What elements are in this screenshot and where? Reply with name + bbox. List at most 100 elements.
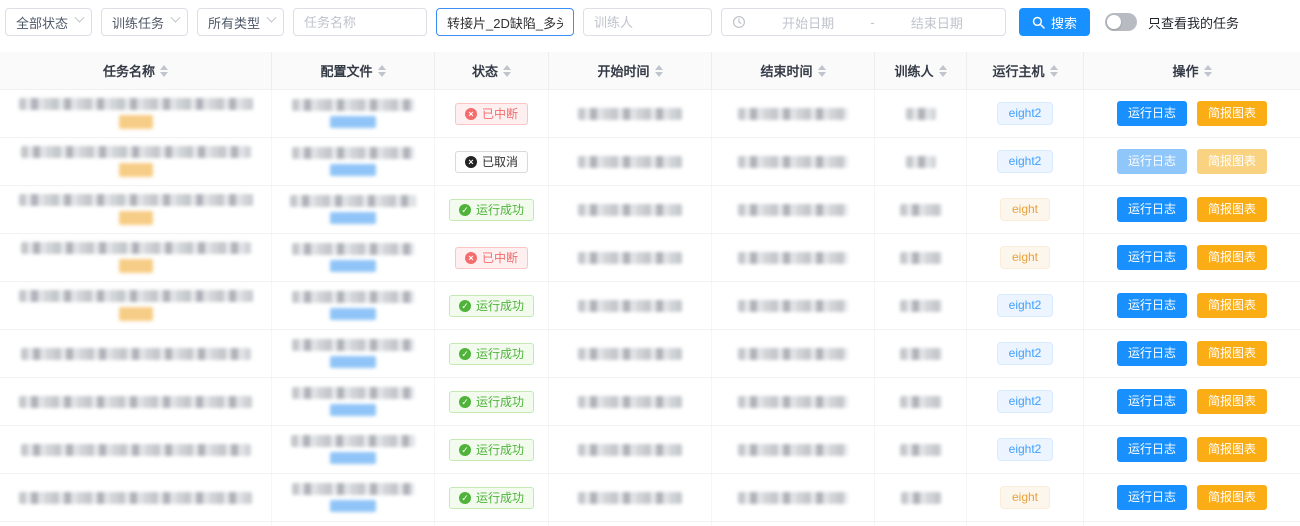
my-tasks-toggle[interactable]: [1105, 13, 1137, 31]
sort-icon[interactable]: [655, 65, 663, 77]
redacted-task-tag: [119, 307, 153, 321]
end-time-cell: [712, 90, 875, 137]
host-badge: eight: [1000, 246, 1050, 269]
redacted-task-tag: [119, 163, 153, 177]
status-cell: × 已取消: [435, 138, 549, 185]
redacted-config-link[interactable]: [330, 260, 376, 272]
status-cell: ✓ 运行成功: [435, 426, 549, 473]
status-filter-select[interactable]: 全部状态: [5, 8, 92, 36]
report-chart-button[interactable]: 简报图表: [1197, 485, 1267, 510]
report-chart-button[interactable]: 简报图表: [1197, 437, 1267, 462]
actions-cell: 运行日志 简报图表: [1084, 234, 1300, 281]
redacted-config-name: [292, 387, 414, 399]
run-log-button[interactable]: 运行日志: [1117, 389, 1187, 414]
redacted-trainer: [901, 492, 941, 504]
redacted-config-link[interactable]: [330, 356, 376, 368]
run-log-button[interactable]: 运行日志: [1117, 149, 1187, 174]
redacted-config-link[interactable]: [330, 308, 376, 320]
trainer-cell: [875, 378, 967, 425]
sort-icon[interactable]: [378, 65, 386, 77]
task-name-cell: [0, 138, 272, 185]
actions-cell: 运行日志 简报图表: [1084, 330, 1300, 377]
status-badge: ✓ 运行成功: [449, 487, 534, 509]
redacted-task-tag: [119, 211, 153, 225]
redacted-config-link[interactable]: [330, 404, 376, 416]
host-badge: eight2: [997, 294, 1054, 317]
search-button[interactable]: 搜索: [1019, 8, 1090, 36]
run-log-button[interactable]: 运行日志: [1117, 101, 1187, 126]
column-header-end[interactable]: 结束时间: [712, 52, 875, 89]
redacted-start-time: [578, 396, 682, 408]
status-badge: × 已中断: [455, 103, 528, 125]
sort-icon[interactable]: [1204, 65, 1212, 77]
toggle-knob: [1107, 15, 1121, 29]
column-header-config[interactable]: 配置文件: [272, 52, 435, 89]
table-row: × 已取消 eight2 运行日志 简报图表: [0, 138, 1300, 186]
run-log-button[interactable]: 运行日志: [1117, 293, 1187, 318]
report-chart-button[interactable]: 简报图表: [1197, 245, 1267, 270]
column-header-trainer[interactable]: 训练人: [875, 52, 967, 89]
host-cell: eight: [967, 186, 1084, 233]
status-badge: ✓ 运行成功: [449, 199, 534, 221]
status-label: 运行成功: [476, 299, 524, 313]
report-chart-button[interactable]: 简报图表: [1197, 197, 1267, 222]
status-cell: ✓ 运行成功: [435, 474, 549, 521]
column-header-label: 结束时间: [760, 61, 812, 80]
status-cell: ✓ 运行成功: [435, 330, 549, 377]
redacted-task-name: [19, 98, 253, 110]
report-chart-button[interactable]: 简报图表: [1197, 341, 1267, 366]
task-name-cell: [0, 90, 272, 137]
column-header-label: 配置文件: [320, 61, 372, 80]
column-header-host[interactable]: 运行主机: [967, 52, 1084, 89]
start-time-cell: [549, 378, 712, 425]
run-log-button[interactable]: 运行日志: [1117, 485, 1187, 510]
sort-icon[interactable]: [818, 65, 826, 77]
status-badge: ✓ 运行成功: [449, 295, 534, 317]
table-header-row: 任务名称 配置文件 状态 开始时间 结束时间 训练人 运行主机: [0, 52, 1300, 90]
date-range-picker[interactable]: 开始日期 - 结束日期: [721, 8, 1006, 36]
trainer-input[interactable]: [583, 8, 712, 36]
redacted-end-time: [738, 108, 848, 120]
host-badge: eight2: [997, 150, 1054, 173]
model-search-input[interactable]: [436, 8, 574, 36]
report-chart-button[interactable]: 简报图表: [1197, 101, 1267, 126]
sort-icon[interactable]: [160, 65, 168, 77]
report-chart-button[interactable]: 简报图表: [1197, 149, 1267, 174]
redacted-config-link[interactable]: [330, 452, 376, 464]
redacted-config-link[interactable]: [330, 164, 376, 176]
task-name-input[interactable]: [293, 8, 427, 36]
redacted-config-link[interactable]: [330, 116, 376, 128]
table-row: ✓ 运行成功 eight2 运行日志 简报图表: [0, 282, 1300, 330]
redacted-config-name: [290, 195, 416, 207]
column-header-actions[interactable]: 操作: [1084, 52, 1300, 89]
status-label: 已中断: [482, 251, 518, 265]
column-header-name[interactable]: 任务名称: [0, 52, 272, 89]
end-time-cell: [712, 426, 875, 473]
status-badge: ✓ 运行成功: [449, 439, 534, 461]
redacted-config-link[interactable]: [330, 500, 376, 512]
status-label: 已取消: [482, 155, 518, 169]
report-chart-button[interactable]: 简报图表: [1197, 293, 1267, 318]
table-row: ✓ 运行成功 eight2 运行日志 简报图表: [0, 426, 1300, 474]
run-log-button[interactable]: 运行日志: [1117, 341, 1187, 366]
redacted-end-time: [738, 444, 848, 456]
actions-cell: 运行日志 简报图表: [1084, 138, 1300, 185]
table-row: ✓ 运行成功 eight2 运行日志 简报图表: [0, 330, 1300, 378]
category-filter-select[interactable]: 所有类型: [197, 8, 284, 36]
run-log-button[interactable]: 运行日志: [1117, 245, 1187, 270]
task-type-filter-select[interactable]: 训练任务: [101, 8, 188, 36]
run-log-button[interactable]: 运行日志: [1117, 197, 1187, 222]
redacted-task-name: [21, 444, 251, 456]
chevron-down-icon: [267, 13, 277, 23]
report-chart-button[interactable]: 简报图表: [1197, 389, 1267, 414]
end-date-placeholder: 结束日期: [879, 13, 995, 32]
sort-icon[interactable]: [939, 65, 947, 77]
start-time-cell: [549, 90, 712, 137]
redacted-trainer: [906, 108, 936, 120]
redacted-config-link[interactable]: [330, 212, 376, 224]
sort-icon[interactable]: [503, 65, 511, 77]
run-log-button[interactable]: 运行日志: [1117, 437, 1187, 462]
sort-icon[interactable]: [1050, 65, 1058, 77]
column-header-start[interactable]: 开始时间: [549, 52, 712, 89]
column-header-status[interactable]: 状态: [435, 52, 549, 89]
